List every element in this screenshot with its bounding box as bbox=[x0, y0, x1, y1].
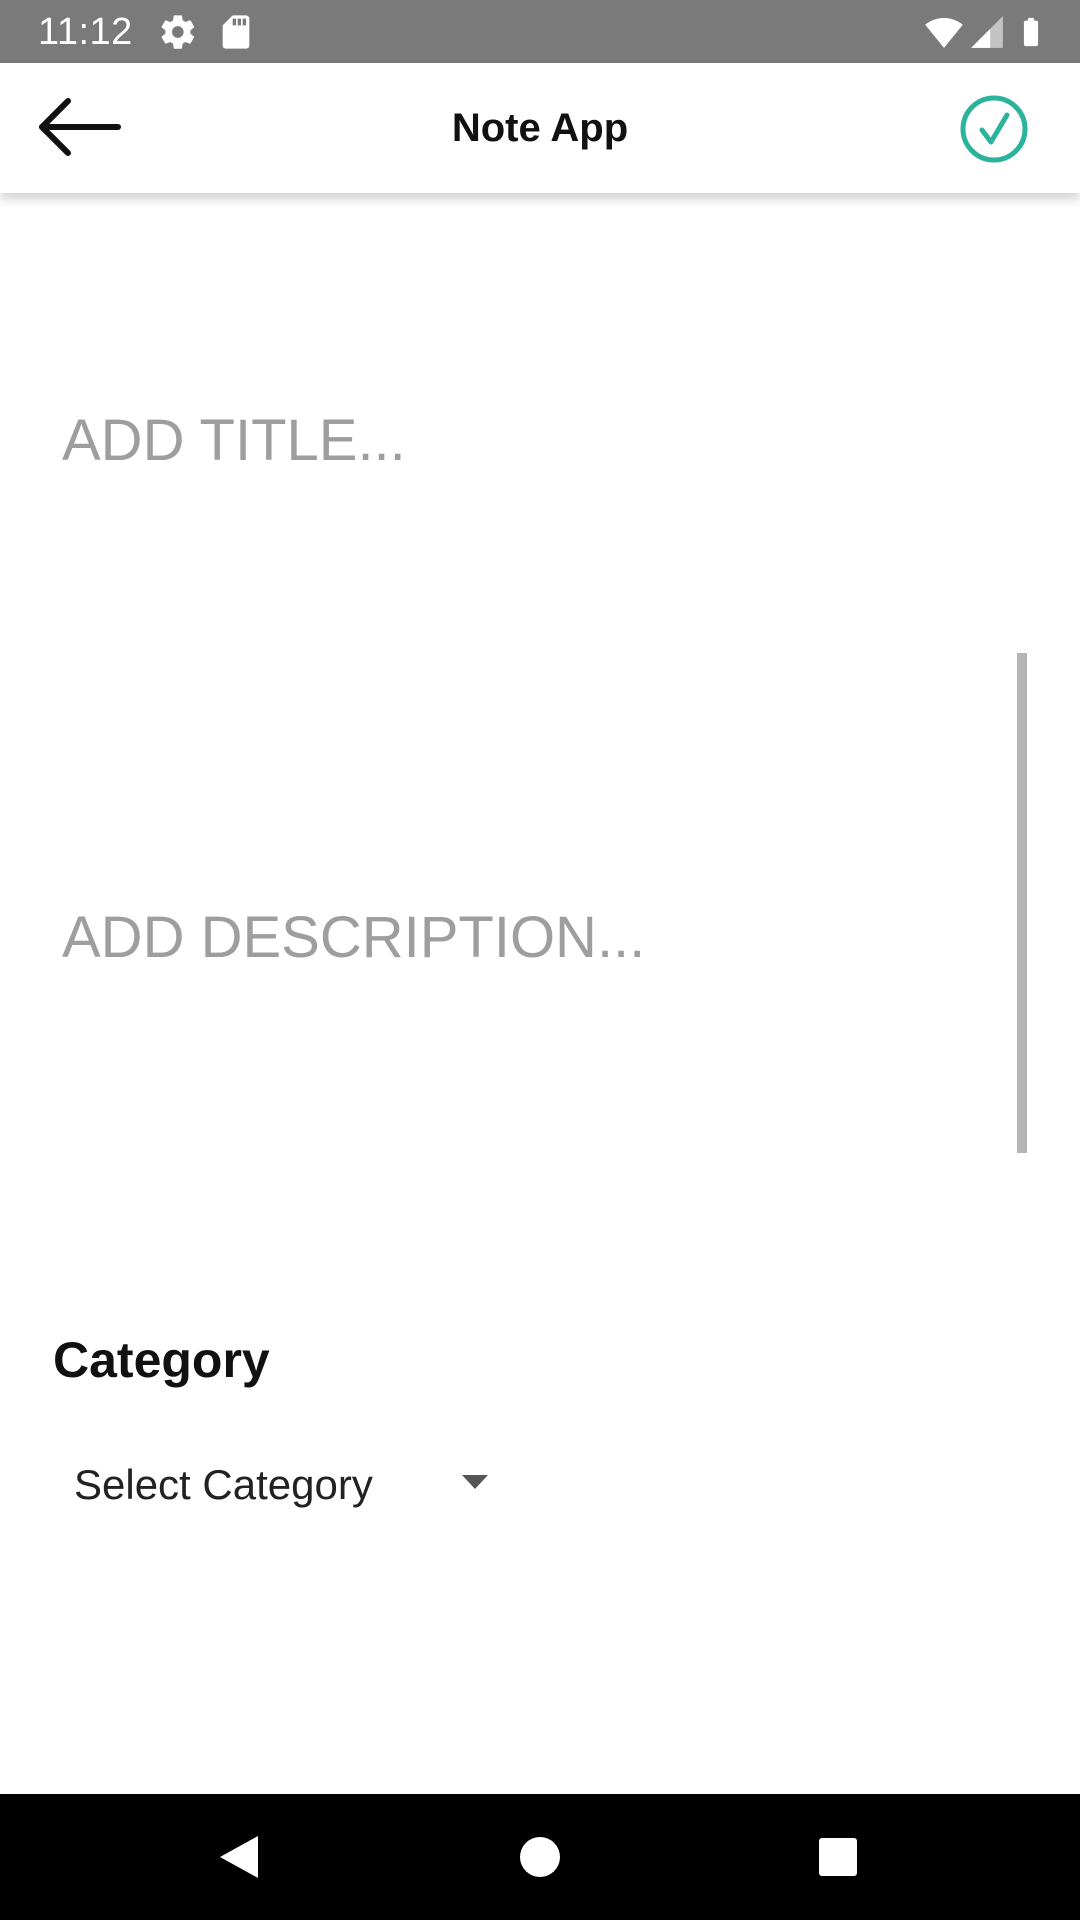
wifi-icon bbox=[922, 12, 966, 52]
description-input[interactable] bbox=[62, 904, 962, 984]
gear-icon bbox=[158, 12, 198, 52]
nav-back-button[interactable] bbox=[214, 1832, 264, 1882]
page-title: Note App bbox=[451, 106, 629, 150]
battery-icon bbox=[1014, 12, 1048, 52]
category-dropdown[interactable]: Select Category bbox=[74, 1455, 494, 1519]
save-button[interactable] bbox=[958, 93, 1030, 165]
signal-icon bbox=[968, 12, 1006, 52]
nav-recents-button[interactable] bbox=[813, 1832, 863, 1882]
caret-down-icon bbox=[460, 1473, 490, 1491]
title-input[interactable] bbox=[62, 400, 962, 480]
status-bar: 11:12 bbox=[0, 0, 1080, 63]
home-circle-icon bbox=[520, 1837, 560, 1877]
system-nav-bar bbox=[0, 1794, 1080, 1920]
back-triangle-icon bbox=[220, 1836, 258, 1878]
note-editor-screen: 11:12 Note App ADD TITLE... ADD DESCRIPT… bbox=[0, 0, 1080, 1920]
app-bar: Note App bbox=[0, 63, 1080, 193]
category-label: Category bbox=[53, 1332, 270, 1388]
category-selected-value: Select Category bbox=[74, 1461, 373, 1508]
nav-home-button[interactable] bbox=[515, 1832, 565, 1882]
recents-square-icon bbox=[819, 1838, 857, 1876]
description-scrollbar[interactable] bbox=[1017, 653, 1027, 1153]
sd-card-icon bbox=[216, 12, 256, 52]
status-time: 11:12 bbox=[38, 11, 133, 53]
check-circle-icon bbox=[960, 95, 1028, 163]
